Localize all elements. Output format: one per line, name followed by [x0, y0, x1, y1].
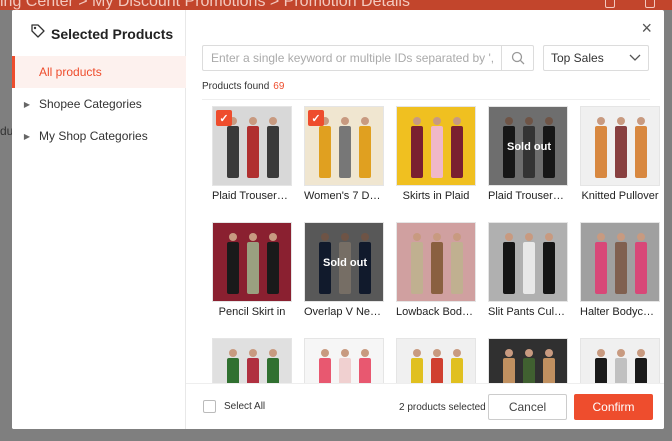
product-image[interactable] — [212, 338, 292, 383]
product-card[interactable]: Sold out Plaid Trousers Pants — [488, 106, 572, 202]
product-card[interactable]: Sold out Overlap V Neck Dress — [304, 222, 388, 318]
product-name: Skirts in Plaid — [402, 190, 470, 202]
select-all-label: Select All — [224, 401, 266, 412]
nav-item-label: All products — [39, 65, 102, 79]
product-image[interactable] — [396, 222, 476, 302]
bell-icon — [605, 0, 615, 8]
product-image[interactable]: ✓ — [304, 106, 384, 186]
product-card[interactable] — [580, 338, 664, 383]
product-name: Knitted Pullover — [581, 190, 659, 202]
product-card[interactable]: Lowback Bodycon Dress — [396, 222, 480, 318]
product-image[interactable] — [304, 338, 384, 383]
product-card[interactable]: Knitted Pullover — [580, 106, 664, 202]
product-card[interactable] — [488, 338, 572, 383]
modal-sidebar: Selected Products All products ▶ Shopee … — [12, 10, 186, 429]
product-image[interactable] — [580, 222, 660, 302]
products-found: Products found 69 — [202, 81, 284, 92]
select-all[interactable]: Select All — [203, 400, 265, 413]
product-image[interactable] — [396, 338, 476, 383]
selected-count: 2 products selected — [399, 402, 486, 413]
search-icon — [511, 51, 524, 65]
search-box — [202, 45, 534, 71]
modal-header: Selected Products — [31, 24, 173, 43]
nav-item-all-products[interactable]: All products — [12, 56, 186, 88]
sold-out-overlay: Sold out — [305, 223, 383, 301]
nav-item-my-shop-categories[interactable]: ▶ My Shop Categories — [12, 120, 186, 152]
caret-right-icon: ▶ — [23, 131, 31, 141]
product-card[interactable]: ✓ Plaid Trousers Pants — [212, 106, 296, 202]
products-found-label: Products found — [202, 81, 270, 92]
nav-item-shopee-categories[interactable]: ▶ Shopee Categories — [12, 88, 186, 120]
product-card[interactable]: Halter Bodycon Dress — [580, 222, 664, 318]
modal-footer: Select All 2 products selected Cancel Co… — [186, 383, 664, 429]
cancel-button[interactable]: Cancel — [488, 394, 567, 420]
background-breadcrumb: ing Center > My Discount Promotions > Pr… — [0, 0, 410, 10]
product-image[interactable] — [488, 222, 568, 302]
sort-selected-value: Top Sales — [551, 51, 604, 65]
selected-products-modal: Selected Products All products ▶ Shopee … — [12, 10, 664, 429]
product-card[interactable] — [212, 338, 296, 383]
product-image[interactable]: Sold out — [488, 106, 568, 186]
product-image[interactable] — [212, 222, 292, 302]
nav-item-label: My Shop Categories — [39, 129, 148, 143]
product-grid: ✓ Plaid Trousers Pants ✓ Women's 7 Days Tee… — [198, 106, 664, 383]
product-name: Plaid Trousers Pants — [488, 190, 568, 202]
divider — [202, 99, 650, 100]
product-image[interactable] — [580, 106, 660, 186]
product-image[interactable] — [396, 106, 476, 186]
search-button[interactable] — [501, 46, 533, 70]
product-name: Halter Bodycon Dress — [580, 306, 660, 318]
product-name: Slit Pants Culottes — [488, 306, 568, 318]
product-image[interactable]: Sold out — [304, 222, 384, 302]
product-name: Women's 7 Days Tee — [304, 190, 384, 202]
product-name: Pencil Skirt in — [218, 306, 286, 318]
product-card[interactable] — [396, 338, 480, 383]
sold-out-overlay: Sold out — [489, 107, 567, 185]
product-card[interactable]: Skirts in Plaid — [396, 106, 480, 202]
selected-check-icon[interactable]: ✓ — [308, 110, 324, 126]
search-input[interactable] — [203, 46, 501, 70]
product-image[interactable] — [580, 338, 660, 383]
products-found-count: 69 — [273, 81, 285, 92]
product-card[interactable]: Slit Pants Culottes — [488, 222, 572, 318]
background-topbar: ing Center > My Discount Promotions > Pr… — [0, 0, 672, 10]
modal-title: Selected Products — [51, 25, 174, 42]
tag-icon — [31, 24, 45, 43]
confirm-button[interactable]: Confirm — [574, 394, 653, 420]
close-icon[interactable]: × — [641, 18, 652, 39]
product-card[interactable] — [304, 338, 388, 383]
product-name: Overlap V Neck Dress — [304, 306, 384, 318]
select-all-checkbox[interactable] — [203, 400, 216, 413]
product-card[interactable]: ✓ Women's 7 Days Tee — [304, 106, 388, 202]
nav-item-label: Shopee Categories — [39, 97, 142, 111]
sort-select[interactable]: Top Sales — [543, 45, 649, 71]
help-icon — [645, 0, 655, 8]
product-card[interactable]: Pencil Skirt in — [212, 222, 296, 318]
chevron-down-icon — [629, 54, 641, 61]
product-name: Plaid Trousers Pants — [212, 190, 292, 202]
product-name: Lowback Bodycon Dress — [396, 306, 476, 318]
selected-check-icon[interactable]: ✓ — [216, 110, 232, 126]
product-image[interactable]: ✓ — [212, 106, 292, 186]
product-image[interactable] — [488, 338, 568, 383]
caret-right-icon: ▶ — [23, 99, 31, 109]
